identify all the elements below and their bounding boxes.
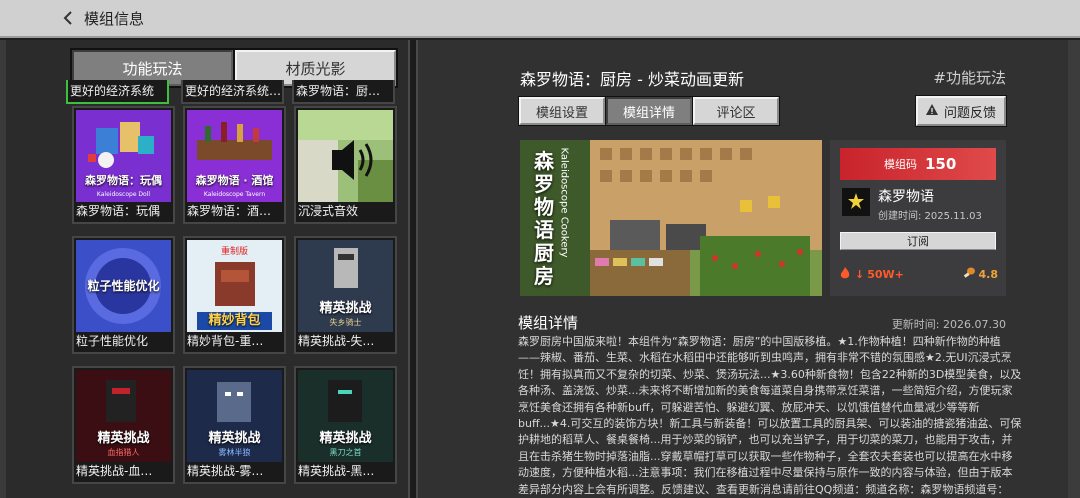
thumb-title: 粒子性能优化	[87, 279, 160, 293]
mod-card-elite-hunter[interactable]: 精英挑战 血指猎人 精英挑战-血…	[72, 366, 175, 484]
thumb-subtitle: Kaleidoscope Doll	[96, 191, 151, 198]
thumb-title: 森罗物语：玩偶	[85, 174, 162, 187]
mod-card-label: 精妙背包-重…	[187, 334, 264, 348]
downloads-stat: ↓ 50W+	[838, 266, 904, 283]
section-title: 模组详情	[518, 314, 579, 332]
subscribe-button[interactable]: 订阅	[840, 232, 996, 250]
mod-stats: ↓ 50W+ 4.8	[838, 264, 998, 284]
thumb-subtitle: Kaleidoscope Tavern	[203, 191, 266, 198]
banner-subtitle: Kaleidoscope Cookery	[558, 147, 570, 258]
downloads-value: 50W+	[867, 267, 904, 281]
mod-card-label: 沉浸式音效	[298, 204, 359, 218]
mod-thumbnail: 精英挑战 雾林半狼	[187, 370, 282, 462]
thumb-title: 森罗物语 · 酒馆	[195, 174, 274, 187]
mod-code-label: 模组码	[884, 158, 917, 171]
mod-card-elite-wolf[interactable]: 精英挑战 雾林半狼 精英挑战-雾…	[183, 366, 286, 484]
panel-divider[interactable]	[408, 40, 418, 498]
mod-thumbnail: 森罗物语 · 酒馆 Kaleidoscope Tavern	[187, 110, 282, 202]
mod-card-elite-knight[interactable]: 精英挑战 失乡骑士 精英挑战-失…	[294, 236, 397, 354]
mod-thumbnail: 精英挑战 血指猎人	[76, 370, 171, 462]
tab-comments[interactable]: 评论区	[693, 97, 779, 125]
mod-thumbnail: 精英挑战 失乡骑士	[298, 240, 393, 332]
thumb-subtitle: 雾林半狼	[218, 448, 251, 457]
mod-card-label: 森罗物语：酒…	[187, 204, 272, 218]
rating-stat: 4.8	[962, 266, 999, 283]
mod-card-label: 森罗物语：玩偶	[76, 204, 161, 218]
fire-icon	[838, 266, 852, 283]
arrow-down-icon: ↓	[855, 267, 865, 281]
thumb-title: 精英挑战	[97, 431, 150, 446]
mod-thumbnail: 森罗物语：玩偶 Kaleidoscope Doll	[76, 110, 171, 202]
mod-card-doll[interactable]: 森罗物语：玩偶 Kaleidoscope Doll 森罗物语：玩偶	[72, 106, 175, 224]
drumstick-icon	[962, 266, 976, 283]
updated-date: 更新时间: 2026.07.30	[891, 318, 1006, 331]
mod-detail-panel[interactable]: 森罗物语：厨房 - 炒菜动画更新 #功能玩法 模组设置 模组详情 评论区 问题反…	[418, 40, 1068, 498]
mod-card-label: 粒子性能优化	[76, 334, 149, 348]
warning-icon	[925, 103, 938, 119]
mod-card-label: 精英挑战-雾…	[187, 464, 264, 478]
mod-card-tavern[interactable]: 森罗物语 · 酒馆 Kaleidoscope Tavern 森罗物语：酒…	[183, 106, 286, 224]
thumb-title: 精英挑战	[319, 431, 372, 446]
mod-code-bar[interactable]: 模组码 150	[840, 148, 996, 180]
mod-card-sound[interactable]: 沉浸式音效	[294, 106, 397, 224]
thumb-title: 精英挑战	[208, 431, 261, 446]
detail-tabs: 模组设置 模组详情 评论区	[518, 96, 780, 126]
thumb-subtitle: 黑刀之首	[329, 448, 362, 457]
mod-card-economy-1[interactable]: 更好的经济系统	[66, 80, 169, 104]
created-date: 创建时间: 2025.11.03	[878, 211, 982, 222]
mod-description: 森罗厨房中国版来啦！本组件为“森罗物语：厨房”的中国版移植。★1.作物种植！四种…	[518, 335, 1022, 496]
mod-list-panel[interactable]: 功能玩法 材质光影 更好的经济系统 更好的经济系统… 森罗物语：厨… 森罗物语：…	[0, 40, 408, 498]
mod-title: 森罗物语：厨房 - 炒菜动画更新	[520, 70, 744, 89]
top-bar: 模组信息	[0, 0, 1080, 38]
mod-card-label: 精英挑战-血…	[76, 464, 153, 478]
mod-code-value: 150	[925, 155, 957, 173]
tab-mod-settings[interactable]: 模组设置	[519, 97, 605, 125]
right-edge	[1068, 40, 1080, 498]
app-window: 模组信息 功能玩法 材质光影 更好的经济系统 更好的经济系统… 森罗物语：厨…	[0, 0, 1080, 498]
mod-thumbnail	[298, 110, 393, 202]
mod-card-elite-blade[interactable]: 精英挑战 黑刀之首 精英挑战-黑…	[294, 366, 397, 484]
back-chevron-icon[interactable]	[60, 9, 78, 27]
rating-value: 4.8	[978, 267, 999, 281]
mod-card-label: 更好的经济系统	[70, 84, 155, 98]
tab-mod-details[interactable]: 模组详情	[606, 97, 692, 125]
mod-banner-image: 森罗物语 厨房 Kaleidoscope Cookery	[520, 140, 822, 296]
author-avatar[interactable]	[842, 188, 870, 216]
mod-category-tag: #功能玩法	[933, 69, 1006, 87]
thumb-title: 精英挑战	[319, 301, 372, 316]
mod-card-particles[interactable]: 粒子性能优化 粒子性能优化	[72, 236, 175, 354]
thumb-title: 精妙背包	[208, 313, 261, 328]
mod-card-kitchen[interactable]: 森罗物语：厨…	[292, 80, 395, 104]
mod-card-economy-2[interactable]: 更好的经济系统…	[181, 80, 284, 104]
mod-card-label: 更好的经济系统…	[185, 84, 282, 98]
mod-card-label: 精英挑战-黑…	[298, 464, 375, 478]
mod-thumbnail: 重制版 精妙背包	[187, 240, 282, 332]
thumb-subtitle: 血指猎人	[107, 448, 140, 457]
mod-card-backpack[interactable]: 重制版 精妙背包 精妙背包-重…	[183, 236, 286, 354]
feedback-label: 问题反馈	[943, 105, 996, 121]
mod-info-card: 模组码 150 森罗物语 创建时间: 2025.11.03 订阅 ↓ 50W+	[830, 140, 1006, 296]
mod-thumbnail: 精英挑战 黑刀之首	[298, 370, 393, 462]
mod-thumbnail: 粒子性能优化	[76, 240, 171, 332]
banner-title: 森罗物语 厨房	[534, 149, 554, 288]
mod-card-label: 精英挑战-失…	[298, 334, 375, 348]
thumb-subtitle: 失乡骑士	[329, 318, 362, 327]
feedback-button[interactable]: 问题反馈	[915, 95, 1007, 127]
page-title: 模组信息	[84, 9, 145, 28]
mod-card-label: 森罗物语：厨…	[296, 84, 381, 98]
left-edge	[0, 40, 6, 498]
author-name[interactable]: 森罗物语	[878, 186, 934, 206]
thumb-subtitle: 重制版	[220, 247, 248, 257]
